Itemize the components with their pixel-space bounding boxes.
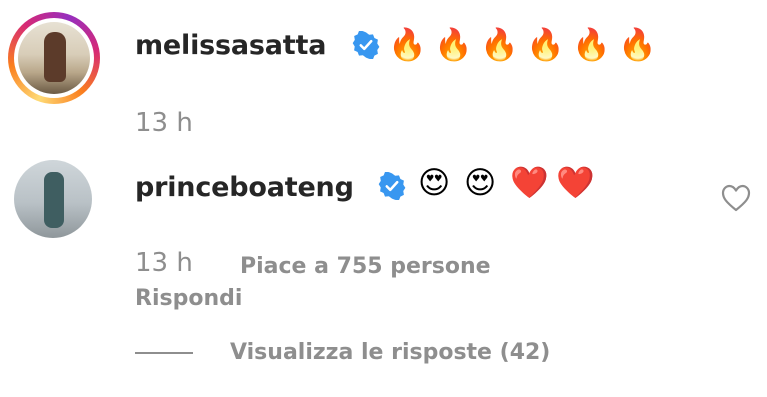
comment-timestamp[interactable]: 13 h <box>135 108 193 138</box>
red-heart-emoji-icon: ❤️ <box>556 165 595 201</box>
avatar-figure <box>44 32 66 82</box>
fire-emoji-icon: 🔥 <box>572 27 611 63</box>
heart-outline-icon[interactable] <box>720 183 752 213</box>
verified-badge-icon <box>378 172 406 200</box>
likes-count[interactable]: Piace a 755 persone <box>240 254 491 279</box>
fire-emoji-icon: 🔥 <box>388 27 427 63</box>
view-replies-button[interactable]: Visualizza le risposte (42) <box>230 340 550 365</box>
avatar-princeboateng[interactable] <box>14 160 92 238</box>
reply-button[interactable]: Rispondi <box>135 286 242 311</box>
avatar-melissasatta[interactable] <box>18 22 90 94</box>
fire-emoji-icon: 🔥 <box>480 27 519 63</box>
avatar-story-ring[interactable] <box>8 12 100 104</box>
fire-emoji-icon: 🔥 <box>526 27 565 63</box>
username-princeboateng[interactable]: princeboateng <box>135 172 354 203</box>
red-heart-emoji-icon: ❤️ <box>510 165 549 201</box>
replies-divider-line <box>135 352 193 354</box>
heart-eyes-emoji-icon: 😍 <box>418 165 451 201</box>
avatar-ring-inner <box>14 18 94 98</box>
comment-timestamp[interactable]: 13 h <box>135 248 193 278</box>
username-melissasatta[interactable]: melissasatta <box>135 30 326 61</box>
avatar-figure <box>44 172 64 228</box>
verified-badge-icon <box>352 31 380 59</box>
fire-emoji-icon: 🔥 <box>618 27 657 63</box>
heart-eyes-emoji-icon: 😍 <box>464 165 497 201</box>
fire-emoji-icon: 🔥 <box>434 27 473 63</box>
